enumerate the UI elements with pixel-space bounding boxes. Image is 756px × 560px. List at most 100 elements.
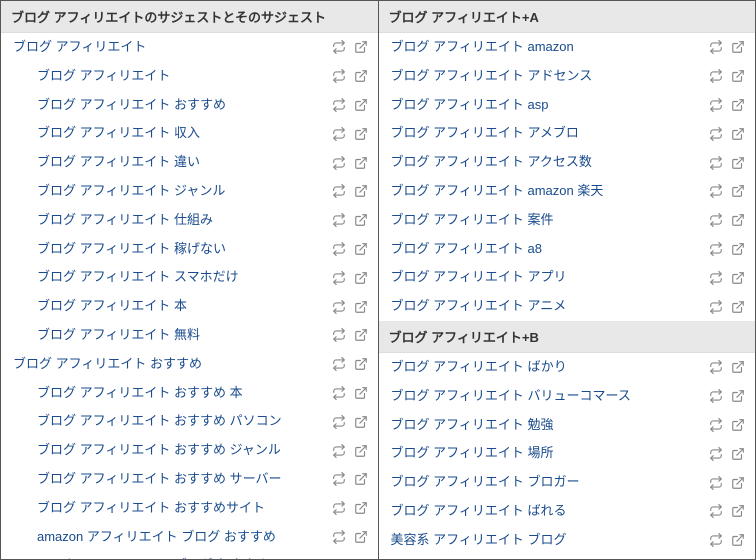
retweet-icon[interactable] xyxy=(709,271,723,285)
external-link-icon[interactable] xyxy=(354,328,368,342)
retweet-icon[interactable] xyxy=(332,242,346,256)
external-link-icon[interactable] xyxy=(731,156,745,170)
keyword-link[interactable]: ブログ アフィリエイト おすすめサイト xyxy=(37,498,324,519)
retweet-icon[interactable] xyxy=(332,98,346,112)
external-link-icon[interactable] xyxy=(731,127,745,141)
keyword-link[interactable]: ブログ アフィリエイト 仕組み xyxy=(37,210,324,231)
keyword-link[interactable]: ブログ アフィリエイト おすすめ ジャンル xyxy=(37,440,324,461)
keyword-link[interactable]: ブログ アフィリエイト amazon xyxy=(391,37,702,58)
external-link-icon[interactable] xyxy=(354,300,368,314)
retweet-icon[interactable] xyxy=(332,127,346,141)
external-link-icon[interactable] xyxy=(354,69,368,83)
external-link-icon[interactable] xyxy=(731,418,745,432)
external-link-icon[interactable] xyxy=(731,476,745,490)
keyword-link[interactable]: ブログ アフィリエイト 本 xyxy=(37,296,324,317)
retweet-icon[interactable] xyxy=(332,156,346,170)
external-link-icon[interactable] xyxy=(731,271,745,285)
keyword-link[interactable]: ブログ アフィリエイト アニメ xyxy=(391,296,702,317)
external-link-icon[interactable] xyxy=(731,40,745,54)
retweet-icon[interactable] xyxy=(709,69,723,83)
external-link-icon[interactable] xyxy=(731,98,745,112)
external-link-icon[interactable] xyxy=(731,300,745,314)
external-link-icon[interactable] xyxy=(354,156,368,170)
keyword-link[interactable]: ブログ アフィリエイト ブロガー xyxy=(391,472,702,493)
external-link-icon[interactable] xyxy=(354,40,368,54)
retweet-icon[interactable] xyxy=(709,98,723,112)
retweet-icon[interactable] xyxy=(709,360,723,374)
retweet-icon[interactable] xyxy=(332,300,346,314)
retweet-icon[interactable] xyxy=(332,69,346,83)
retweet-icon[interactable] xyxy=(709,127,723,141)
keyword-link[interactable]: ブログ アフィリエイト 無料 xyxy=(37,325,324,346)
keyword-link[interactable]: ブログ アフィリエイト ジャンル xyxy=(37,181,324,202)
keyword-link[interactable]: スマホ アフィリエイト ブログ おすすめ xyxy=(37,555,324,559)
keyword-link[interactable]: ブログ アフィリエイト おすすめ xyxy=(13,354,324,375)
keyword-link[interactable]: ブログ アフィリエイト a8 xyxy=(391,239,702,260)
external-link-icon[interactable] xyxy=(354,386,368,400)
keyword-link[interactable]: ブログ アフィリエイト xyxy=(13,37,324,58)
external-link-icon[interactable] xyxy=(731,447,745,461)
keyword-link[interactable]: ブログ アフィリエイト アメブロ xyxy=(391,123,702,144)
keyword-link[interactable]: ブログ アフィリエイト ばかり xyxy=(391,357,702,378)
retweet-icon[interactable] xyxy=(709,533,723,547)
external-link-icon[interactable] xyxy=(731,69,745,83)
keyword-link[interactable]: ブログ アフィリエイト アクセス数 xyxy=(391,152,702,173)
retweet-icon[interactable] xyxy=(709,447,723,461)
keyword-link[interactable]: ブログ アフィリエイト asp xyxy=(391,95,702,116)
external-link-icon[interactable] xyxy=(731,213,745,227)
retweet-icon[interactable] xyxy=(332,530,346,544)
external-link-icon[interactable] xyxy=(354,242,368,256)
external-link-icon[interactable] xyxy=(731,360,745,374)
keyword-link[interactable]: ブログ アフィリエイト バリューコマース xyxy=(391,386,702,407)
external-link-icon[interactable] xyxy=(354,184,368,198)
keyword-link[interactable]: ブログ アフィリエイト amazon 楽天 xyxy=(391,181,702,202)
keyword-link[interactable]: ブログ アフィリエイト おすすめ パソコン xyxy=(37,411,324,432)
keyword-link[interactable]: 美容系 アフィリエイト ブログ xyxy=(391,530,702,551)
keyword-link[interactable]: ブログ アフィリエイト 勉強 xyxy=(391,415,702,436)
keyword-link[interactable]: ブログ アフィリエイト 案件 xyxy=(391,210,702,231)
retweet-icon[interactable] xyxy=(332,415,346,429)
external-link-icon[interactable] xyxy=(354,415,368,429)
external-link-icon[interactable] xyxy=(354,530,368,544)
retweet-icon[interactable] xyxy=(709,504,723,518)
external-link-icon[interactable] xyxy=(354,271,368,285)
external-link-icon[interactable] xyxy=(354,472,368,486)
retweet-icon[interactable] xyxy=(332,472,346,486)
external-link-icon[interactable] xyxy=(354,127,368,141)
retweet-icon[interactable] xyxy=(332,357,346,371)
external-link-icon[interactable] xyxy=(354,213,368,227)
retweet-icon[interactable] xyxy=(332,40,346,54)
keyword-link[interactable]: ブログ アフィリエイト xyxy=(37,66,324,87)
keyword-link[interactable]: ブログ アフィリエイト おすすめ 本 xyxy=(37,383,324,404)
external-link-icon[interactable] xyxy=(731,533,745,547)
external-link-icon[interactable] xyxy=(354,444,368,458)
external-link-icon[interactable] xyxy=(354,501,368,515)
keyword-link[interactable]: ブログ アフィリエイト ばれる xyxy=(391,501,702,522)
keyword-link[interactable]: ブログ アフィリエイト 収入 xyxy=(37,123,324,144)
keyword-link[interactable]: ブログ アフィリエイト アドセンス xyxy=(391,66,702,87)
keyword-link[interactable]: ブログ アフィリエイト おすすめ xyxy=(37,95,324,116)
external-link-icon[interactable] xyxy=(731,184,745,198)
keyword-link[interactable]: ブログ アフィリエイト 稼げない xyxy=(37,239,324,260)
keyword-link[interactable]: ブログ アフィリエイト アプリ xyxy=(391,267,702,288)
retweet-icon[interactable] xyxy=(332,386,346,400)
retweet-icon[interactable] xyxy=(332,184,346,198)
retweet-icon[interactable] xyxy=(709,40,723,54)
external-link-icon[interactable] xyxy=(731,504,745,518)
retweet-icon[interactable] xyxy=(709,300,723,314)
retweet-icon[interactable] xyxy=(709,242,723,256)
retweet-icon[interactable] xyxy=(709,184,723,198)
external-link-icon[interactable] xyxy=(354,98,368,112)
retweet-icon[interactable] xyxy=(332,328,346,342)
retweet-icon[interactable] xyxy=(332,501,346,515)
retweet-icon[interactable] xyxy=(709,213,723,227)
retweet-icon[interactable] xyxy=(709,476,723,490)
external-link-icon[interactable] xyxy=(731,389,745,403)
retweet-icon[interactable] xyxy=(332,444,346,458)
keyword-link[interactable]: ブログ アフィリエイト スマホだけ xyxy=(37,267,324,288)
retweet-icon[interactable] xyxy=(332,271,346,285)
keyword-link[interactable]: ブログ アフィリエイト 場所 xyxy=(391,443,702,464)
keyword-link[interactable]: amazon アフィリエイト ブログ おすすめ xyxy=(37,527,324,548)
keyword-link[interactable]: ブログ アフィリエイト おすすめ サーバー xyxy=(37,469,324,490)
retweet-icon[interactable] xyxy=(709,389,723,403)
